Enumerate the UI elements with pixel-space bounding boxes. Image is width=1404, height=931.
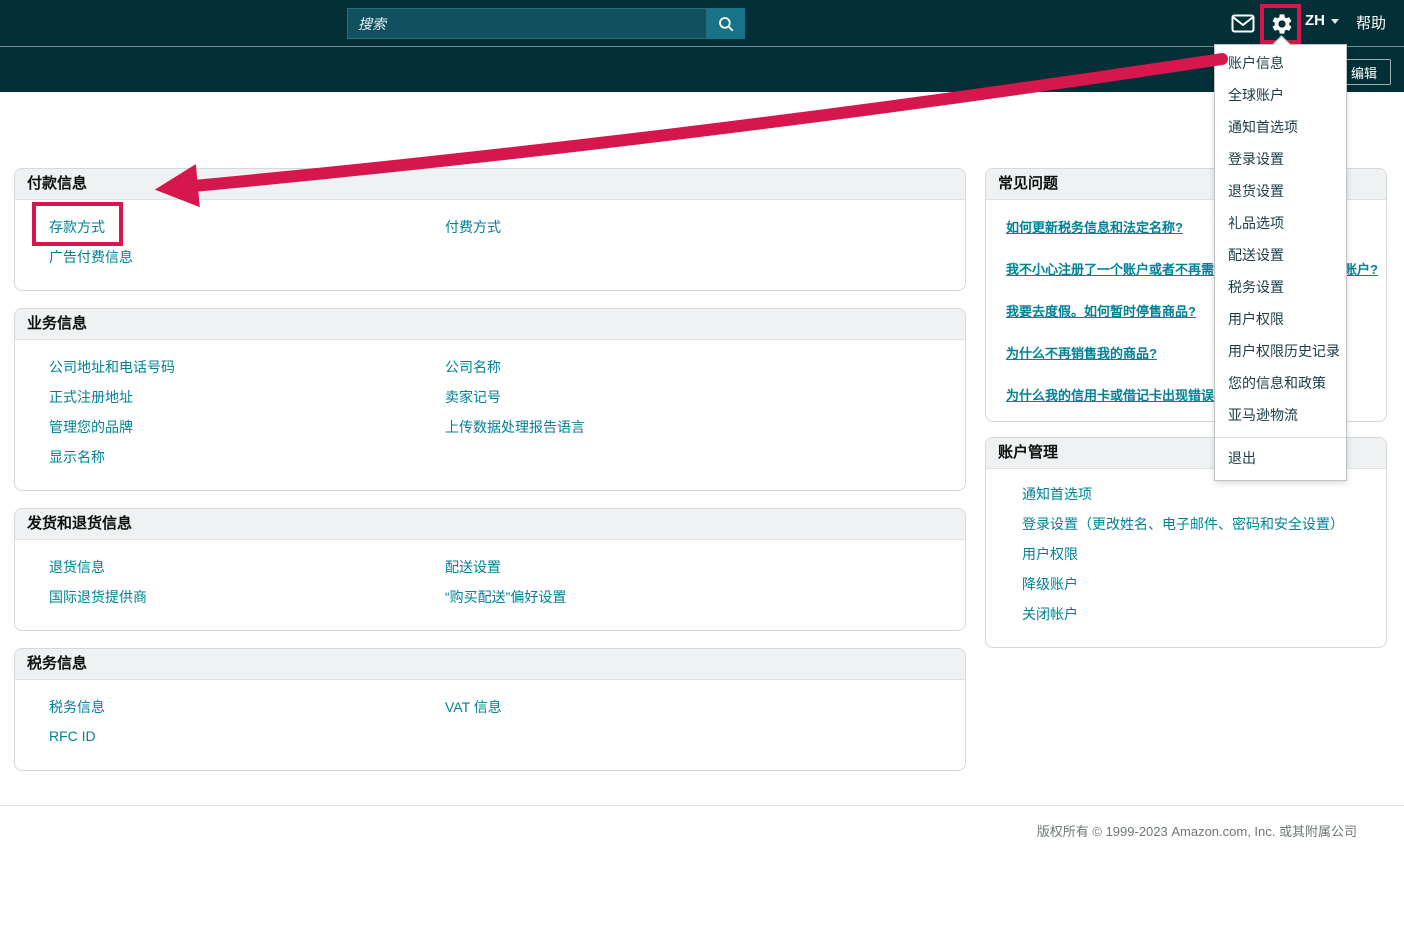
link-notification-preferences[interactable]: 通知首选项 <box>1022 484 1092 504</box>
faq-update-tax-info-link[interactable]: 如何更新税务信息和法定名称? <box>1006 217 1183 236</box>
page-header-bar: 编辑 <box>0 46 1404 92</box>
help-link[interactable]: 帮助 <box>1356 12 1386 33</box>
section-title: 业务信息 <box>15 309 965 340</box>
link-return-information[interactable]: 退货信息 <box>49 559 105 575</box>
language-label: ZH <box>1305 12 1325 29</box>
section-title: 税务信息 <box>15 649 965 680</box>
link-charge-methods[interactable]: 付费方式 <box>445 217 501 237</box>
tax-information-card: 税务信息 税务信息 VAT 信息 RFC ID <box>14 648 966 771</box>
business-information-card: 业务信息 公司地址和电话号码 公司名称 正式注册地址 卖家记号 管理您的品牌 上… <box>14 308 966 491</box>
settings-sections: 付款信息 存款方式 付费方式 广告付费信息 业务信息 公司地址和电话号码 公司名… <box>14 168 966 788</box>
faq-why-not-selling-link[interactable]: 为什么不再销售我的商品? <box>1006 343 1157 362</box>
copyright-text: 版权所有 © 1999-2023 Amazon.com, Inc. 或其附属公司 <box>1037 824 1357 839</box>
menu-logout[interactable]: 退出 <box>1215 442 1346 474</box>
settings-button[interactable] <box>1269 11 1294 36</box>
mail-icon <box>1231 14 1255 33</box>
page-footer: 版权所有 © 1999-2023 Amazon.com, Inc. 或其附属公司 <box>0 805 1404 931</box>
link-manage-your-brands[interactable]: 管理您的品牌 <box>49 419 133 435</box>
menu-fulfillment-by-amazon[interactable]: 亚马逊物流 <box>1215 399 1346 431</box>
link-company-name[interactable]: 公司名称 <box>445 357 501 377</box>
language-selector[interactable]: ZH <box>1305 12 1339 29</box>
link-display-name[interactable]: 显示名称 <box>49 449 105 465</box>
payment-information-card: 付款信息 存款方式 付费方式 广告付费信息 <box>14 168 966 291</box>
link-feed-report-language[interactable]: 上传数据处理报告语言 <box>445 417 585 437</box>
link-login-settings[interactable]: 登录设置（更改姓名、电子邮件、密码和安全设置） <box>1022 514 1344 534</box>
menu-account-info[interactable]: 账户信息 <box>1215 47 1346 79</box>
link-advertising-charge-info[interactable]: 广告付费信息 <box>49 249 133 265</box>
section-title: 付款信息 <box>15 169 965 200</box>
search-icon <box>717 15 735 33</box>
link-merchant-token[interactable]: 卖家记号 <box>445 387 501 407</box>
menu-global-accounts[interactable]: 全球账户 <box>1215 79 1346 111</box>
faq-vacation-link[interactable]: 我要去度假。如何暂时停售商品? <box>1006 301 1196 320</box>
link-international-returns-providers[interactable]: 国际退货提供商 <box>49 589 147 605</box>
chevron-down-icon <box>1331 19 1339 24</box>
menu-user-permissions-history[interactable]: 用户权限历史记录 <box>1215 335 1346 367</box>
menu-divider <box>1215 437 1346 438</box>
menu-gift-options[interactable]: 礼品选项 <box>1215 207 1346 239</box>
link-user-permissions[interactable]: 用户权限 <box>1022 544 1078 564</box>
section-title: 发货和退货信息 <box>15 509 965 540</box>
link-tax-information[interactable]: 税务信息 <box>49 699 105 715</box>
link-vat-information[interactable]: VAT 信息 <box>445 697 502 717</box>
gear-icon <box>1270 12 1294 36</box>
menu-tax-settings[interactable]: 税务设置 <box>1215 271 1346 303</box>
link-downgrade-account[interactable]: 降级账户 <box>1022 574 1078 594</box>
menu-your-info-policies[interactable]: 您的信息和政策 <box>1215 367 1346 399</box>
link-close-account[interactable]: 关闭帐户 <box>1022 604 1078 624</box>
settings-dropdown-menu: 账户信息 全球账户 通知首选项 登录设置 退货设置 礼品选项 配送设置 税务设置… <box>1214 44 1347 481</box>
menu-notification-preferences[interactable]: 通知首选项 <box>1215 111 1346 143</box>
menu-return-settings[interactable]: 退货设置 <box>1215 175 1346 207</box>
link-buy-shipping-preferences[interactable]: “购买配送”偏好设置 <box>445 587 566 607</box>
link-rfc-id[interactable]: RFC ID <box>49 728 96 744</box>
menu-shipping-settings[interactable]: 配送设置 <box>1215 239 1346 271</box>
top-navigation-bar: ZH 帮助 <box>0 0 1404 46</box>
search-box <box>347 8 745 39</box>
link-shipping-settings[interactable]: 配送设置 <box>445 557 501 577</box>
link-official-registered-address[interactable]: 正式注册地址 <box>49 389 133 405</box>
search-input[interactable] <box>347 8 707 39</box>
messages-button[interactable] <box>1230 13 1256 33</box>
shipping-returns-card: 发货和退货信息 退货信息 配送设置 国际退货提供商 “购买配送”偏好设置 <box>14 508 966 631</box>
link-business-address-phone[interactable]: 公司地址和电话号码 <box>49 359 175 375</box>
search-button[interactable] <box>707 8 745 39</box>
link-deposit-methods[interactable]: 存款方式 <box>49 219 105 235</box>
menu-login-settings[interactable]: 登录设置 <box>1215 143 1346 175</box>
menu-user-permissions[interactable]: 用户权限 <box>1215 303 1346 335</box>
